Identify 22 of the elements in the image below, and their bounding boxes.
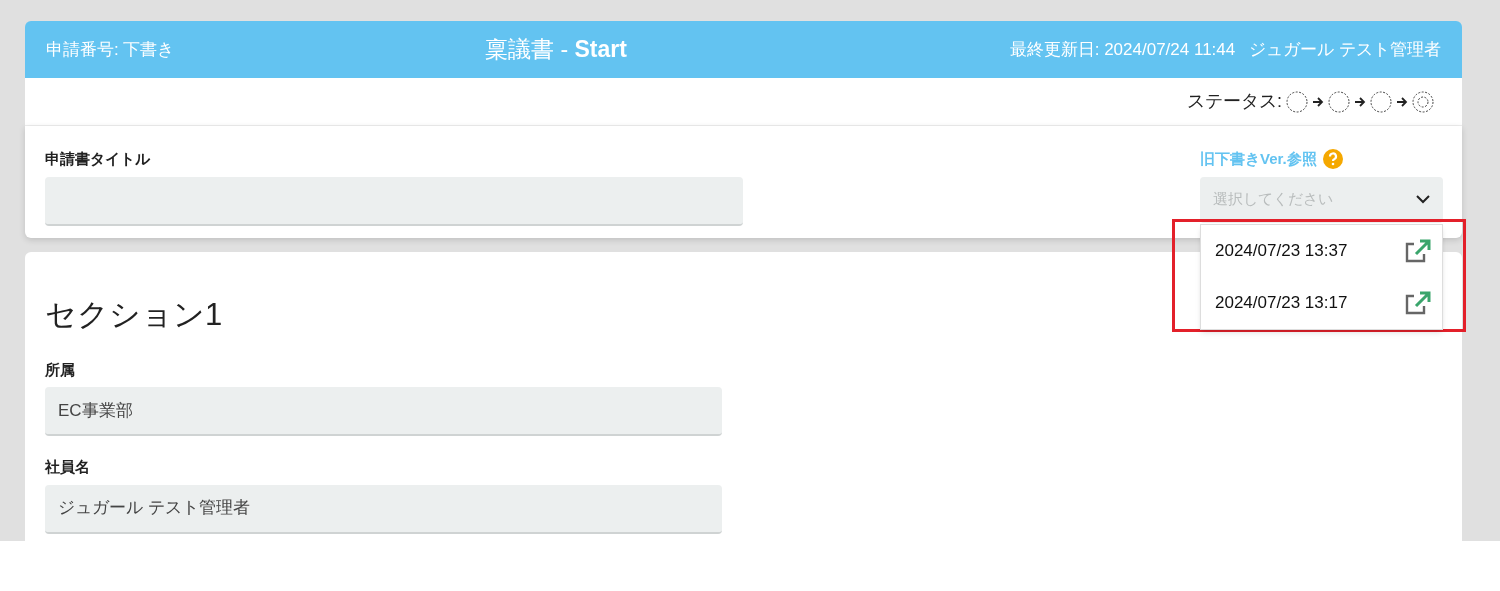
external-link-icon: [1404, 290, 1432, 316]
input-field[interactable]: EC事業部: [45, 387, 722, 436]
last-updated: 最終更新日: 2024/07/24 11:44: [1009, 38, 1236, 61]
application-number: 申請番号: 下書き: [46, 38, 175, 61]
status-label: ステータス:: [1187, 90, 1282, 113]
version-option[interactable]: 2024/07/23 13:17: [1201, 277, 1442, 329]
arrow-right-icon: [1396, 95, 1408, 108]
user-name: ジュガール テスト管理者: [1249, 38, 1441, 61]
field-label: 申請書タイトル: [45, 149, 151, 169]
arrow-right-icon: [1354, 95, 1366, 108]
field-label: 旧下書きVer.参照: [1200, 149, 1317, 169]
field-label: 所属: [45, 359, 76, 380]
arrow-right-icon: [1312, 95, 1324, 108]
chevron-down-icon: [1416, 195, 1430, 204]
version-option[interactable]: 2024/07/23 13:37: [1201, 225, 1442, 277]
field-label: 社員名: [45, 457, 91, 477]
input-field[interactable]: [45, 176, 743, 226]
input-field[interactable]: ジュガール テスト管理者: [45, 484, 722, 534]
help-icon[interactable]: [1322, 149, 1343, 170]
document-title: 稟議書 - Start: [485, 35, 627, 65]
section-title: セクション1: [45, 296, 223, 334]
external-link-icon: [1404, 238, 1432, 264]
